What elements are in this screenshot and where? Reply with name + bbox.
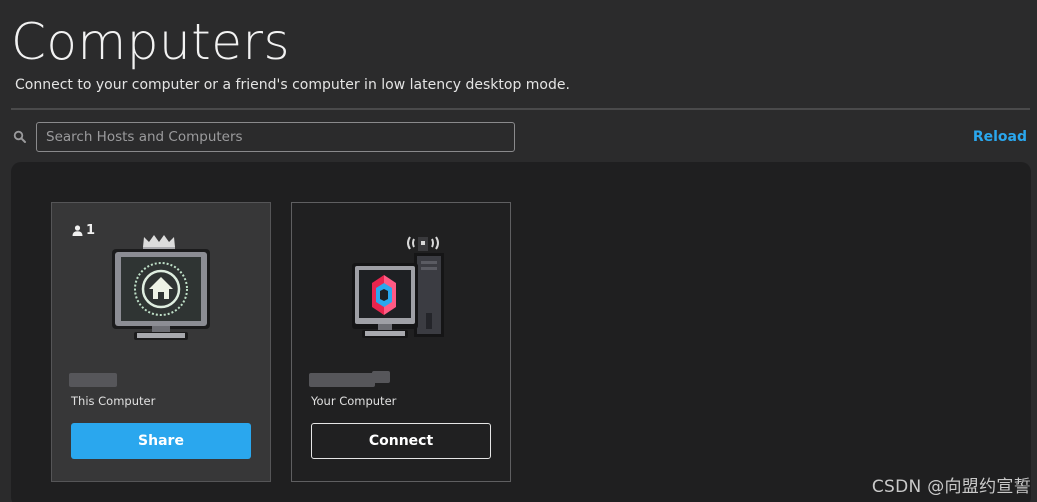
computer-subtitle: This Computer	[71, 394, 156, 408]
home-monitor-icon	[112, 235, 210, 340]
page-subtitle: Connect to your computer or a friend's c…	[15, 77, 570, 93]
header-divider	[11, 108, 1030, 110]
computer-card-this: 1 This Computer Share	[51, 202, 271, 482]
page-title: Computers	[11, 13, 291, 71]
user-count-value: 1	[86, 223, 96, 238]
watermark: CSDN @向盟约宣誓	[871, 477, 1031, 497]
user-count: 1	[72, 223, 95, 238]
computer-name-redacted	[69, 373, 117, 387]
search-icon	[13, 130, 26, 143]
computer-subtitle: Your Computer	[311, 394, 397, 408]
computer-name-redacted-tail	[372, 371, 390, 383]
computer-name-redacted	[309, 373, 375, 387]
connect-button[interactable]: Connect	[311, 423, 491, 459]
user-icon	[72, 225, 83, 236]
computers-page: Computers Connect to your computer or a …	[0, 0, 1037, 502]
search-input[interactable]	[36, 122, 515, 152]
share-button[interactable]: Share	[71, 423, 251, 459]
reload-button[interactable]: Reload	[973, 129, 1027, 145]
desktop-tower-icon	[352, 236, 444, 338]
computer-card-yours: Your Computer Connect	[291, 202, 511, 482]
